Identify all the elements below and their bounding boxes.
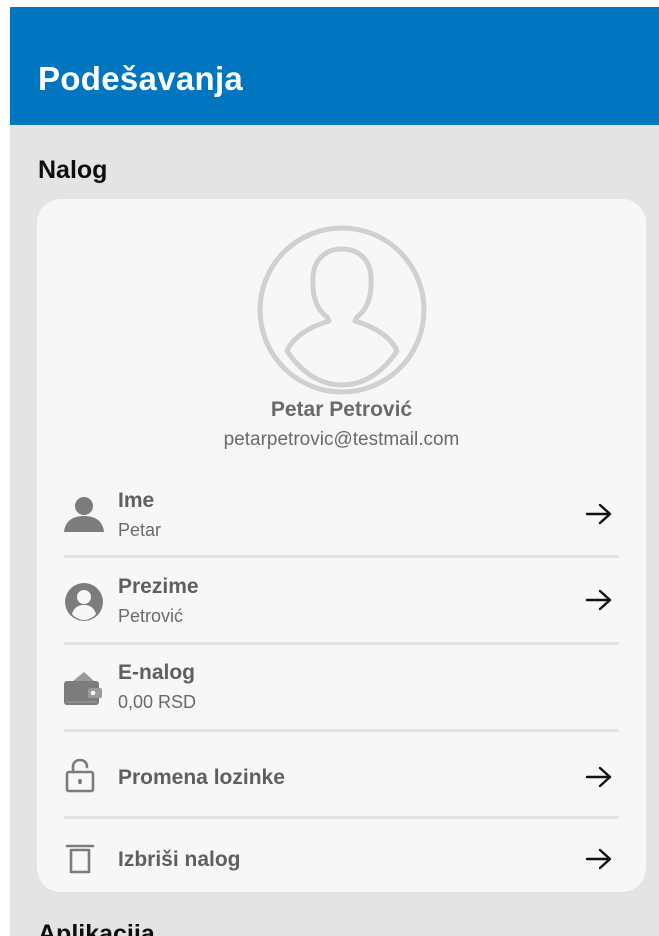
arrow-right-icon: [585, 848, 612, 870]
settings-row-first-name[interactable]: Ime Petar: [64, 487, 619, 549]
lock-icon: [65, 758, 95, 793]
section-title-app: Aplikacija: [38, 920, 155, 936]
e-account-label: E-nalog: [118, 661, 195, 684]
divider: [64, 729, 619, 732]
section-title-account: Nalog: [38, 156, 108, 184]
profile-name: Petar Petrović: [270, 398, 413, 421]
arrow-right-icon: [585, 766, 612, 788]
change-password-label: Promena lozinke: [118, 766, 285, 789]
divider: [64, 816, 619, 819]
app-bar: Podešavanja: [10, 7, 659, 125]
first-name-label: Ime: [118, 489, 155, 512]
page-title: Podešavanja: [38, 60, 244, 97]
settings-row-last-name[interactable]: Prezime Petrović: [64, 573, 619, 635]
wallet-icon: [64, 672, 102, 705]
profile-email: petarpetrovic@testmail.com: [223, 429, 460, 450]
settings-row-delete-account[interactable]: Izbriši nalog: [64, 833, 619, 883]
last-name-label: Prezime: [118, 575, 199, 598]
delete-account-label: Izbriši nalog: [118, 848, 241, 871]
divider: [64, 642, 619, 645]
settings-row-e-account[interactable]: E-nalog 0,00 RSD: [64, 659, 619, 721]
last-name-value: Petrović: [118, 606, 184, 626]
divider: [64, 555, 619, 558]
e-account-balance: 0,00 RSD: [118, 692, 197, 712]
arrow-right-icon: [585, 503, 612, 525]
account-circle-icon: [65, 583, 103, 621]
settings-row-change-password[interactable]: Promena lozinke: [64, 751, 619, 801]
first-name-value: Petar: [118, 520, 162, 540]
user-circle-icon: [257, 225, 427, 395]
settings-screen: Podešavanja Nalog Petar Petrović petarpe…: [10, 7, 659, 936]
account-card: Petar Petrović petarpetrovic@testmail.co…: [37, 199, 646, 892]
person-icon: [64, 497, 104, 532]
arrow-right-icon: [585, 589, 612, 611]
trash-icon: [65, 844, 95, 874]
